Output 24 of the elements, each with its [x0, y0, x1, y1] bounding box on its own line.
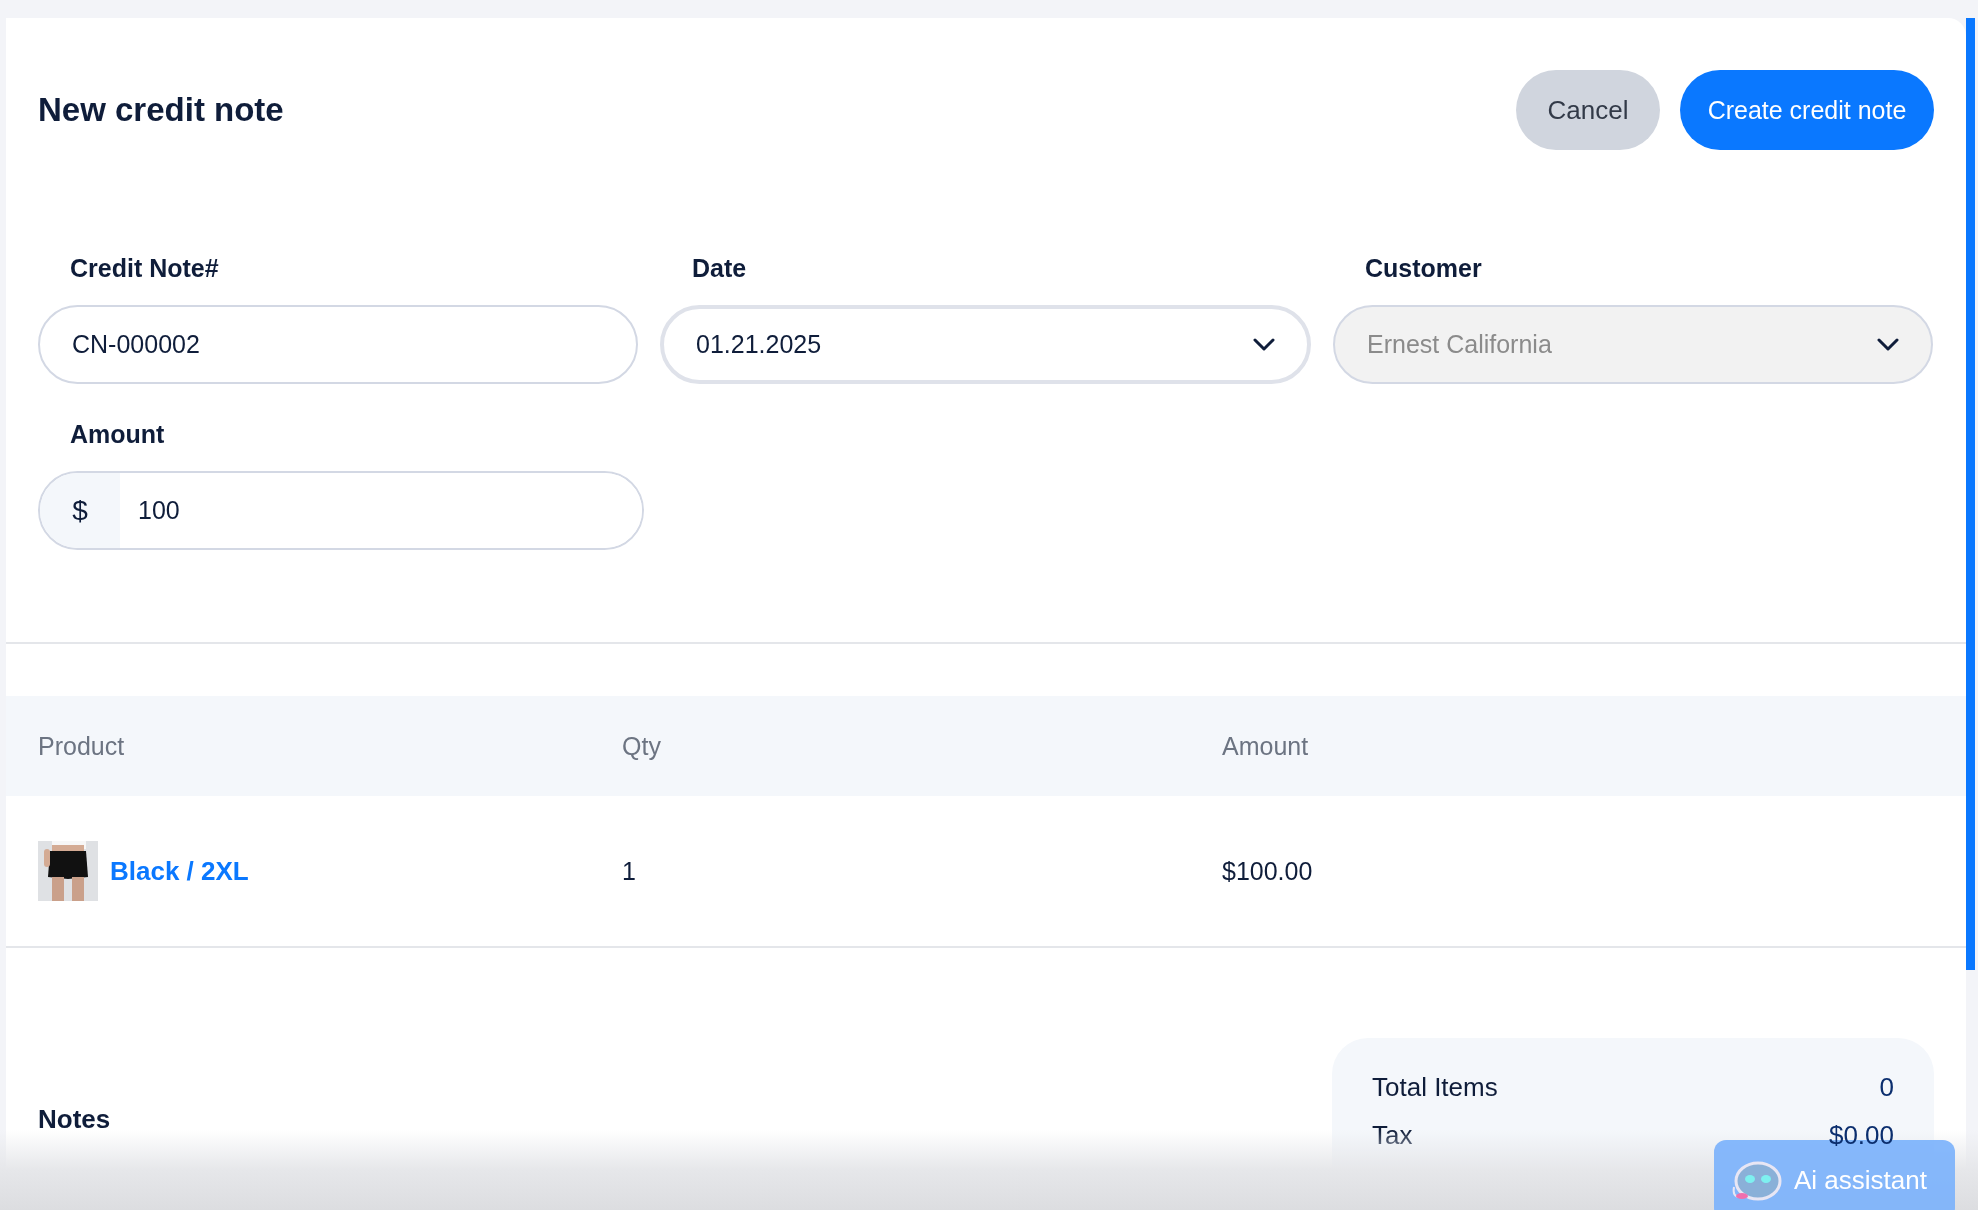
select-field[interactable]: 01.21.2025: [660, 305, 1311, 384]
currency-prefix: $: [40, 473, 120, 548]
chevron-down-icon: [1877, 337, 1899, 352]
field-label: Credit Note#: [69, 254, 220, 283]
create-button[interactable]: Create credit note: [1680, 70, 1934, 150]
product-link[interactable]: Black / 2XL: [110, 855, 249, 887]
scrollbar[interactable]: [1966, 18, 1975, 970]
column-header: Amount: [1222, 731, 1310, 761]
table-cell-text: $100.00: [1222, 856, 1314, 886]
table-cell-text: 1: [622, 856, 637, 886]
input-field[interactable]: CN-000002: [38, 305, 638, 384]
total-value: 0: [1879, 1072, 1894, 1102]
cancel-button[interactable]: Cancel: [1516, 70, 1660, 150]
total-label: Tax: [1372, 1120, 1413, 1150]
amount-field[interactable]: $ 100: [38, 471, 644, 550]
column-header: Product: [38, 731, 126, 761]
page-title: New credit note: [38, 91, 285, 129]
field-label: Customer: [1364, 254, 1483, 283]
column-header: Qty: [622, 731, 662, 761]
notes-label: Notes: [38, 1104, 111, 1136]
total-label: Total Items: [1372, 1072, 1498, 1102]
field-label: Date: [691, 254, 748, 283]
field-label: Amount: [69, 420, 166, 449]
chevron-down-icon: [1253, 337, 1275, 352]
